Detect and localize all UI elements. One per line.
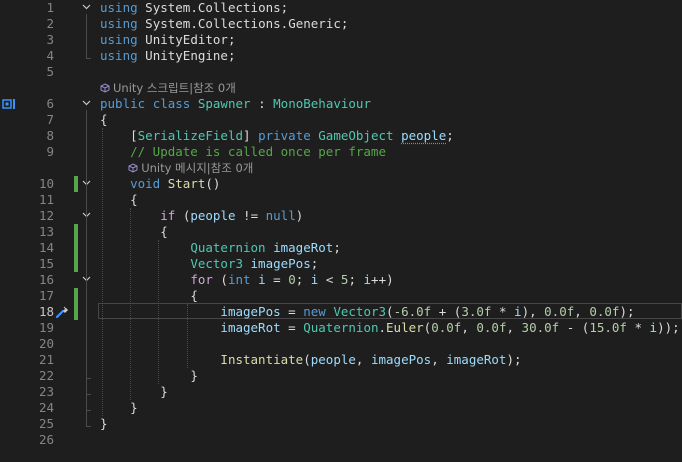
- codelens-text[interactable]: Unity 스크립트|참조 0개: [113, 81, 236, 95]
- line-number: 15: [38, 256, 54, 271]
- code-text[interactable]: imagePos = new Vector3(-6.0f + (3.0f * i…: [100, 304, 634, 320]
- code-text[interactable]: using System.Collections;: [100, 0, 288, 16]
- line-number: 2: [46, 16, 54, 31]
- indent-guide: [102, 128, 103, 416]
- change-bar: [74, 256, 78, 272]
- line-number: 4: [46, 48, 54, 63]
- line-number: 24: [38, 400, 54, 415]
- fold-region-end: [86, 426, 91, 427]
- code-text[interactable]: }: [100, 384, 168, 400]
- code-editor[interactable]: 1 using System.Collections; 2 using System.…: [0, 0, 682, 462]
- change-bar: [74, 176, 78, 192]
- fold-region-line: [86, 286, 87, 378]
- code-text[interactable]: using UnityEditor;: [100, 32, 236, 48]
- code-line[interactable]: 3 using UnityEditor;: [0, 32, 682, 48]
- fold-region-end: [86, 394, 91, 395]
- code-text[interactable]: }: [100, 416, 108, 432]
- code-text[interactable]: }: [100, 400, 138, 416]
- code-text[interactable]: // Update is called once per frame: [100, 144, 386, 160]
- code-text[interactable]: public class Spawner : MonoBehaviour: [100, 96, 371, 112]
- codelens-references[interactable]: Unity 스크립트|참조 0개: [100, 80, 236, 96]
- line-number: 20: [38, 336, 54, 351]
- code-text[interactable]: void Start(): [100, 176, 220, 192]
- fold-region-end: [86, 58, 91, 59]
- code-line[interactable]: 7{: [0, 112, 682, 128]
- line-number: 18: [38, 304, 54, 319]
- line-number: 8: [46, 128, 54, 143]
- line-number: 10: [38, 176, 54, 191]
- codelens-text[interactable]: Unity 메시지|참조 0개: [141, 161, 253, 175]
- fold-region-end: [86, 378, 91, 379]
- line-number: 16: [38, 272, 54, 287]
- line-number: 12: [38, 208, 54, 223]
- code-line[interactable]: 4 using UnityEngine;: [0, 48, 682, 64]
- code-text[interactable]: {: [100, 192, 138, 208]
- code-line[interactable]: 6 public class Spawner : MonoBehaviour: [0, 96, 682, 112]
- change-bar: [74, 224, 78, 240]
- code-text[interactable]: using UnityEngine;: [100, 48, 236, 64]
- line-number: 23: [38, 384, 54, 399]
- indent-guide: [158, 240, 160, 384]
- codelens-references[interactable]: Unity 메시지|참조 0개: [128, 160, 253, 176]
- code-text[interactable]: Instantiate(people, imagePos, imageRot);: [100, 352, 521, 368]
- line-number: 25: [38, 416, 54, 431]
- line-number: 1: [46, 0, 54, 15]
- code-line[interactable]: 2 using System.Collections.Generic;: [0, 16, 682, 32]
- code-text[interactable]: Quaternion imageRot;: [100, 240, 341, 256]
- line-number: 19: [38, 320, 54, 335]
- unity-cube-icon: [100, 81, 110, 95]
- line-number: 17: [38, 288, 54, 303]
- line-number: 26: [38, 432, 54, 447]
- quick-actions-screwdriver-icon[interactable]: [55, 305, 69, 319]
- change-bar: [74, 288, 78, 304]
- line-number: 7: [46, 112, 54, 127]
- code-text[interactable]: }: [100, 368, 198, 384]
- code-text[interactable]: {: [100, 224, 168, 240]
- line-number: 11: [38, 192, 54, 207]
- line-number: 14: [38, 240, 54, 255]
- unity-cube-icon: [128, 161, 138, 175]
- code-line[interactable]: 26: [0, 432, 682, 448]
- line-number: 9: [46, 144, 54, 159]
- code-text[interactable]: {: [100, 112, 108, 128]
- change-bar: [74, 240, 78, 256]
- code-text[interactable]: Vector3 imagePos;: [100, 256, 318, 272]
- line-number: 22: [38, 368, 54, 383]
- code-text[interactable]: [SerializeField] private GameObject peop…: [100, 128, 454, 144]
- code-line[interactable]: 5: [0, 64, 682, 80]
- line-number: 13: [38, 224, 54, 239]
- code-line[interactable]: 1 using System.Collections;: [0, 0, 682, 16]
- indent-guide: [130, 208, 132, 400]
- fold-region-end: [86, 410, 91, 411]
- code-text[interactable]: {: [100, 288, 198, 304]
- code-line[interactable]: 25}: [0, 416, 682, 432]
- code-text[interactable]: using System.Collections.Generic;: [100, 16, 348, 32]
- fold-region-line: [86, 14, 87, 58]
- unity-class-marker-icon[interactable]: [2, 98, 18, 110]
- codelens-row: Unity 스크립트|참조 0개: [0, 80, 682, 96]
- code-text[interactable]: for (int i = 0; i < 5; i++): [100, 272, 393, 288]
- indent-guide: [186, 304, 188, 368]
- line-number: 5: [46, 64, 54, 79]
- change-bar: [74, 304, 78, 320]
- line-number: 21: [38, 352, 54, 367]
- line-number: 3: [46, 32, 54, 47]
